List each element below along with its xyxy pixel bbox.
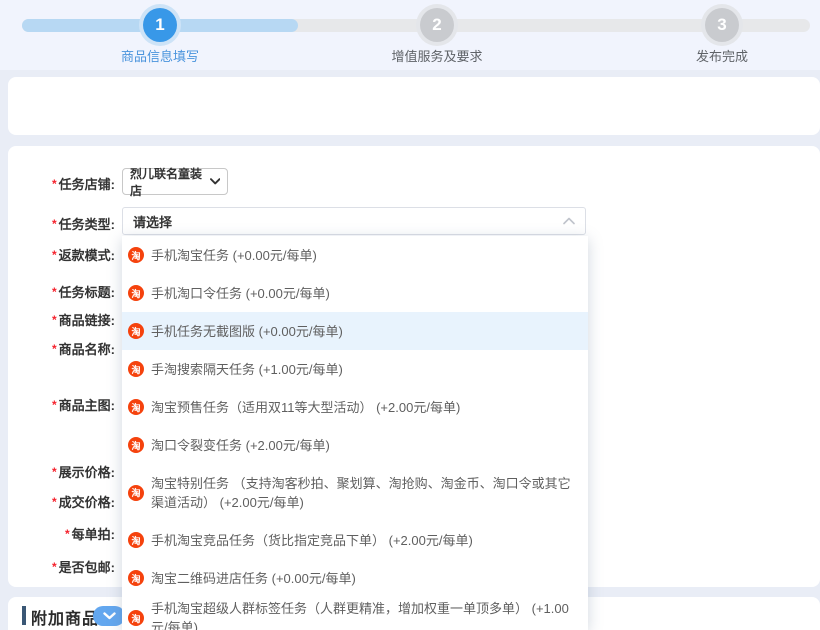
deal-price-label: *成交价格:: [8, 492, 115, 511]
required-asterisk: *: [65, 527, 70, 541]
taobao-icon: 淘: [128, 323, 144, 339]
required-asterisk: *: [52, 465, 57, 479]
required-asterisk: *: [52, 285, 57, 299]
dropdown-option[interactable]: 淘 淘宝预售任务（适用双11等大型活动） (+2.00元/每单): [122, 388, 588, 426]
required-asterisk: *: [52, 495, 57, 509]
chevron-down-icon: [103, 612, 116, 620]
platform-card: *任务平台: 淘 ♥ a ♪: [8, 77, 820, 135]
step-number: 1: [155, 15, 164, 35]
step-label-product-info: 商品信息填写: [110, 46, 210, 65]
required-asterisk: *: [52, 398, 57, 412]
product-image-label: *商品主图:: [8, 395, 115, 414]
task-type-label: *任务类型:: [8, 214, 115, 233]
required-asterisk: *: [52, 177, 57, 191]
stepper: 1 2 3 商品信息填写 增值服务及要求 发布完成: [0, 0, 820, 70]
dropdown-option[interactable]: 淘 淘宝二维码进店任务 (+0.00元/每单): [122, 559, 588, 597]
dropdown-option[interactable]: 淘 淘口令裂变任务 (+2.00元/每单): [122, 426, 588, 464]
taobao-icon: 淘: [128, 610, 144, 626]
dropdown-option[interactable]: 淘 手淘搜索隔天任务 (+1.00元/每单): [122, 350, 588, 388]
chevron-down-icon: [210, 178, 220, 185]
step-label-services: 增值服务及要求: [377, 46, 497, 65]
taobao-icon: 淘: [128, 570, 144, 586]
task-type-select[interactable]: 请选择: [122, 207, 586, 235]
taobao-icon: 淘: [128, 285, 144, 301]
step-number: 3: [717, 15, 726, 35]
task-type-value: 请选择: [133, 212, 172, 231]
taobao-icon: 淘: [128, 485, 144, 501]
per-order-label: *每单拍:: [8, 524, 115, 543]
required-asterisk: *: [52, 248, 57, 262]
refund-mode-label: *返款模式:: [8, 245, 115, 264]
required-asterisk: *: [52, 342, 57, 356]
dropdown-option[interactable]: 淘 手机淘宝超级人群标签任务（人群更精准，增加权重一单顶多单） (+1.00元/…: [122, 597, 588, 630]
free-shipping-label: *是否包邮:: [8, 557, 115, 576]
display-price-label: *展示价格:: [8, 462, 115, 481]
required-asterisk: *: [52, 217, 57, 231]
task-title-label: *任务标题:: [8, 282, 115, 301]
dropdown-option[interactable]: 淘 手机淘宝任务 (+0.00元/每单): [122, 236, 588, 274]
shop-select[interactable]: 烈儿联名童装店: [122, 168, 228, 195]
chevron-up-icon: [563, 217, 575, 225]
taobao-icon: 淘: [128, 399, 144, 415]
required-asterisk: *: [52, 560, 57, 574]
extra-product-toggle-button[interactable]: [93, 606, 125, 626]
publish-task-page: 1 2 3 商品信息填写 增值服务及要求 发布完成 *任务平台: 淘 ♥ a ♪: [0, 0, 820, 630]
dropdown-option[interactable]: 淘 手机淘口令任务 (+0.00元/每单): [122, 274, 588, 312]
taobao-icon: 淘: [128, 247, 144, 263]
taobao-icon: 淘: [128, 532, 144, 548]
dropdown-option[interactable]: 淘 手机淘宝竞品任务（货比指定竞品下单） (+2.00元/每单): [122, 521, 588, 559]
required-asterisk: *: [52, 313, 57, 327]
product-link-label: *商品链接:: [8, 310, 115, 329]
product-name-label: *商品名称:: [8, 339, 115, 358]
dropdown-option-highlighted[interactable]: 淘 手机任务无截图版 (+0.00元/每单): [122, 312, 588, 350]
shop-select-value: 烈儿联名童装店: [130, 165, 210, 199]
step-circle-1: 1: [143, 8, 177, 42]
shop-label: *任务店铺:: [8, 174, 115, 193]
step-label-complete: 发布完成: [672, 46, 772, 65]
extra-product-title: 附加商品: [31, 605, 99, 629]
task-type-dropdown: 淘 手机淘宝任务 (+0.00元/每单) 淘 手机淘口令任务 (+0.00元/每…: [122, 236, 588, 630]
section-accent-bar: [22, 606, 26, 625]
taobao-icon: 淘: [128, 437, 144, 453]
dropdown-option[interactable]: 淘 淘宝特别任务 （支持淘客秒拍、聚划算、淘抢购、淘金币、淘口令或其它渠道活动）…: [122, 464, 588, 521]
step-circle-2: 2: [420, 8, 454, 42]
step-circle-3: 3: [705, 8, 739, 42]
step-number: 2: [432, 15, 441, 35]
taobao-icon: 淘: [128, 361, 144, 377]
